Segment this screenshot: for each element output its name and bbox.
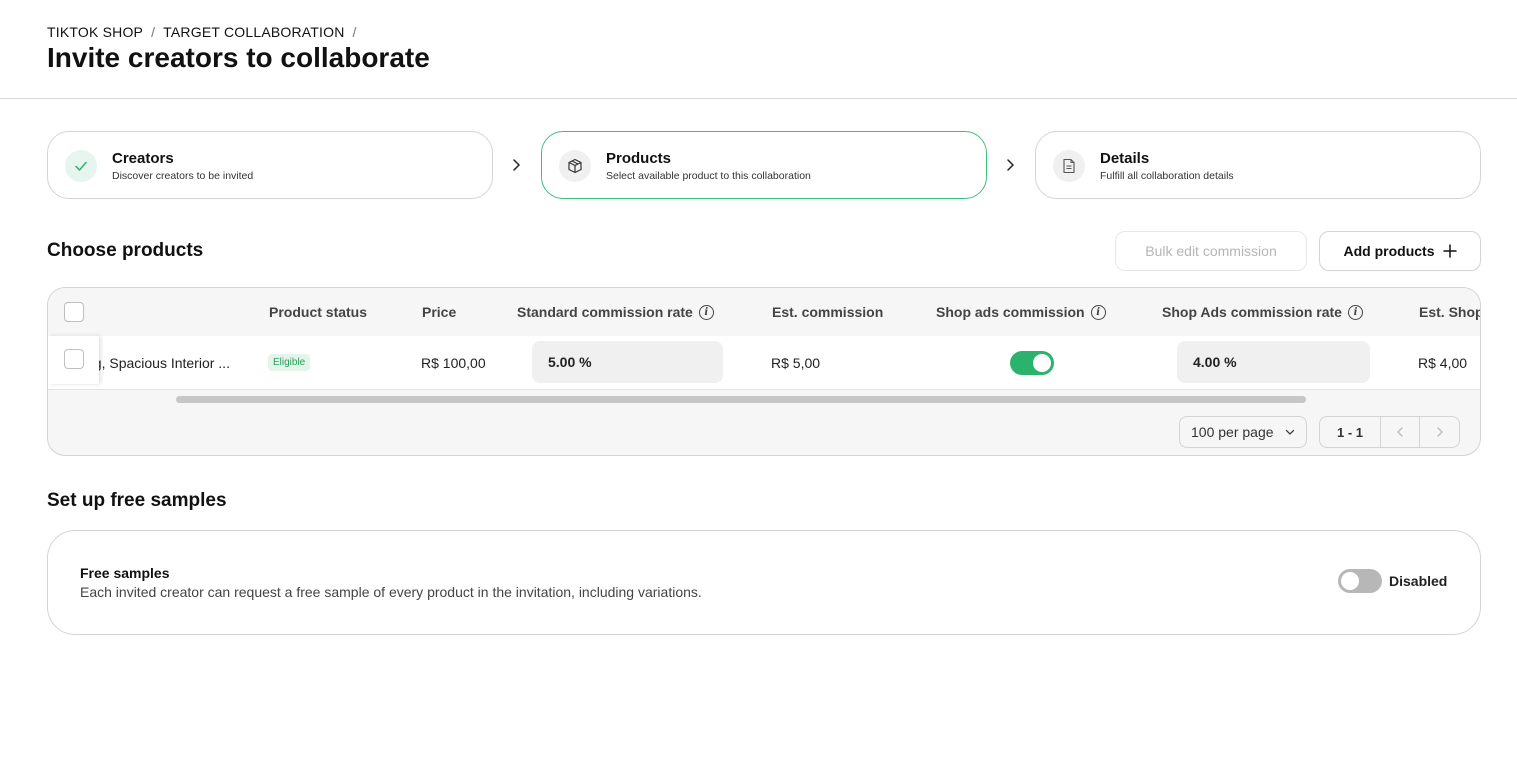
breadcrumb-separator: / bbox=[151, 24, 156, 40]
per-page-value: 100 per page bbox=[1191, 424, 1274, 440]
chevron-right-icon bbox=[1436, 427, 1443, 437]
column-shop-ads-commission-rate: Shop Ads commission rate i bbox=[1162, 304, 1363, 320]
free-samples-toggle[interactable] bbox=[1338, 569, 1382, 593]
breadcrumb-item-target-collaboration[interactable]: TARGET COLLABORATION bbox=[163, 24, 344, 40]
step-title: Products bbox=[606, 150, 672, 167]
column-est-shop: Est. Shop bbox=[1419, 304, 1481, 320]
step-details[interactable]: Details Fulfill all collaboration detail… bbox=[1035, 131, 1481, 199]
bulk-edit-label: Bulk edit commission bbox=[1145, 243, 1277, 259]
column-est-commission: Est. commission bbox=[772, 304, 884, 320]
step-subtitle: Select available product to this collabo… bbox=[606, 170, 811, 182]
info-icon[interactable]: i bbox=[698, 304, 714, 320]
column-standard-commission-rate: Standard commission rate i bbox=[517, 304, 714, 320]
column-product-status: Product status bbox=[269, 304, 368, 320]
bulk-edit-commission-button[interactable]: Bulk edit commission bbox=[1115, 231, 1307, 271]
price-value: R$ 100,00 bbox=[421, 355, 486, 371]
row-select-cell bbox=[48, 336, 99, 384]
est-shop-value: R$ 4,00 bbox=[1418, 355, 1468, 371]
products-table: Product status Price Standard commission… bbox=[47, 287, 1481, 456]
column-price: Price bbox=[422, 304, 457, 320]
pagination: 1 - 1 bbox=[1319, 416, 1460, 448]
check-icon bbox=[65, 150, 97, 182]
product-name[interactable]: ag, Spacious Interior ... bbox=[86, 355, 230, 371]
free-samples-description: Each invited creator can request a free … bbox=[80, 584, 702, 600]
breadcrumb-separator: / bbox=[352, 24, 357, 40]
page-range: 1 - 1 bbox=[1320, 417, 1381, 447]
toggle-knob bbox=[1033, 354, 1051, 372]
free-samples-title: Free samples bbox=[80, 565, 170, 581]
chevron-down-icon bbox=[1285, 429, 1295, 435]
add-products-label: Add products bbox=[1343, 243, 1435, 259]
row-checkbox[interactable] bbox=[64, 349, 84, 369]
shop-ads-commission-rate-input[interactable]: 4.00 % bbox=[1177, 341, 1370, 383]
chevron-right-icon bbox=[506, 155, 526, 175]
step-products[interactable]: Products Select available product to thi… bbox=[541, 131, 987, 199]
page-title: Invite creators to collaborate bbox=[47, 42, 430, 73]
status-badge: Eligible bbox=[268, 354, 311, 371]
add-products-button[interactable]: Add products bbox=[1319, 231, 1481, 271]
step-subtitle: Fulfill all collaboration details bbox=[1100, 170, 1234, 182]
page-header: TIKTOK SHOP / TARGET COLLABORATION / Inv… bbox=[0, 0, 1517, 99]
horizontal-scrollbar[interactable] bbox=[176, 396, 1306, 403]
select-all-checkbox[interactable] bbox=[64, 302, 84, 322]
document-icon bbox=[1053, 150, 1085, 182]
per-page-select[interactable]: 100 per page bbox=[1179, 416, 1307, 448]
stepper: Creators Discover creators to be invited… bbox=[47, 131, 1481, 199]
step-title: Details bbox=[1100, 150, 1150, 167]
standard-commission-rate-input[interactable]: 5.00 % bbox=[532, 341, 723, 383]
next-page-button[interactable] bbox=[1420, 417, 1459, 447]
plus-icon bbox=[1442, 244, 1457, 258]
breadcrumb: TIKTOK SHOP / TARGET COLLABORATION / bbox=[47, 24, 357, 40]
step-title: Creators bbox=[112, 150, 174, 167]
breadcrumb-item-tiktok-shop[interactable]: TIKTOK SHOP bbox=[47, 24, 143, 40]
table-row: ag, Spacious Interior ... Eligible R$ 10… bbox=[48, 336, 1480, 390]
choose-products-title: Choose products bbox=[47, 240, 204, 261]
previous-page-button[interactable] bbox=[1381, 417, 1420, 447]
info-icon[interactable]: i bbox=[1347, 304, 1363, 320]
free-samples-section-title: Set up free samples bbox=[47, 490, 227, 511]
chevron-right-icon bbox=[1000, 155, 1020, 175]
step-creators[interactable]: Creators Discover creators to be invited bbox=[47, 131, 493, 199]
column-shop-ads-commission: Shop ads commission i bbox=[936, 304, 1106, 320]
est-commission-value: R$ 5,00 bbox=[771, 355, 821, 371]
step-subtitle: Discover creators to be invited bbox=[112, 170, 254, 182]
toggle-knob bbox=[1341, 572, 1359, 590]
free-samples-state-label: Disabled bbox=[1389, 573, 1448, 589]
shop-ads-commission-toggle[interactable] bbox=[1010, 351, 1054, 375]
box-icon bbox=[559, 150, 591, 182]
info-icon[interactable]: i bbox=[1090, 304, 1106, 320]
free-samples-card: Free samples Each invited creator can re… bbox=[47, 530, 1481, 635]
chevron-left-icon bbox=[1397, 427, 1403, 437]
table-header: Product status Price Standard commission… bbox=[48, 288, 1480, 336]
